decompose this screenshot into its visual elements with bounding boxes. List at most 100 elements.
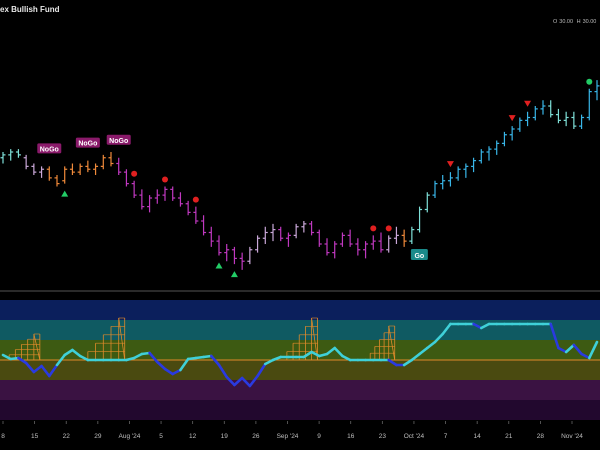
ohlc-bar: [116, 157, 122, 175]
x-tick-label: 7: [444, 433, 448, 440]
ohlc-bar: [417, 206, 423, 233]
ohlc-bar: [386, 235, 392, 253]
svg-text:NoGo: NoGo: [109, 138, 128, 145]
up-triangle-marker: [215, 262, 223, 269]
ohlc-bar: [332, 241, 338, 259]
ohlc-bar: [548, 100, 554, 118]
ohlc-bar: [285, 232, 291, 247]
oscillator-band: [0, 300, 600, 320]
ohlc-bar: [309, 221, 315, 236]
x-tick-label: Oct '24: [404, 433, 425, 440]
x-tick-label: 15: [31, 433, 39, 440]
svg-text:NoGo: NoGo: [78, 141, 97, 148]
chart-canvas: NoGo NoGo NoGo Go 8 15 22 29 Aug '24 5 12 19 26 Sep …: [0, 78, 600, 440]
ohlc-bar: [501, 131, 507, 147]
ohlc-bar: [540, 100, 546, 115]
ohlc-bar: [31, 163, 37, 175]
dot-marker: [131, 170, 138, 177]
ohlc-bar: [293, 223, 299, 239]
ohlc-bar: [231, 246, 237, 265]
ohlc-bar: [517, 117, 523, 132]
ohlc-bar: [471, 157, 477, 173]
oscillator-band: [0, 380, 600, 400]
ohlc-bar: [463, 163, 469, 178]
x-tick-label: 8: [1, 433, 5, 440]
oscillator-band: [0, 360, 600, 380]
x-tick-label: Aug '24: [119, 433, 141, 440]
up-triangle-marker: [230, 271, 238, 278]
ohlc-bar: [363, 241, 369, 259]
ohlc-bar: [255, 235, 261, 253]
ohlc-bar: [494, 140, 500, 155]
down-triangle-marker: [508, 115, 516, 122]
ohlc-bar: [509, 126, 515, 141]
nogo-label: NoGo: [75, 137, 100, 148]
ohlc-bar: [108, 152, 114, 167]
oscillator-band: [0, 400, 600, 420]
ohlc-bar: [378, 232, 384, 253]
ohlc-bar: [525, 111, 531, 127]
ohlc-bar: [455, 166, 461, 181]
x-tick-label: 9: [317, 433, 321, 440]
x-tick-label: 14: [474, 433, 482, 440]
ohlc-bar: [62, 166, 68, 184]
ohlc-bar: [193, 206, 199, 224]
ohlc-bar: [370, 235, 376, 250]
x-tick-label: 26: [252, 433, 260, 440]
ohlc-bar: [278, 226, 284, 242]
ohlc-bar: [69, 163, 75, 175]
ohlc-bar: [347, 229, 353, 247]
ohlc-bar: [123, 169, 129, 187]
ohlc-bar: [262, 226, 268, 244]
ohlc-bar: [8, 149, 14, 161]
x-tick-label: Sep '24: [277, 433, 299, 440]
ohlc-bar: [154, 189, 160, 204]
ohlc-bar: [432, 180, 438, 198]
oscillator-panel: [0, 300, 600, 420]
ohlc-bar: [162, 186, 168, 201]
dot-marker: [370, 225, 377, 232]
ohlc-bar: [401, 229, 407, 247]
ohlc-bar: [594, 80, 600, 101]
ohlc-bar: [54, 175, 60, 187]
x-tick-label: 16: [347, 433, 355, 440]
ohlc-bar: [563, 111, 569, 127]
ohlc-bar: [208, 226, 214, 247]
dot-marker: [385, 225, 392, 232]
ohlc-bar: [393, 226, 399, 244]
ohlc-bar: [0, 152, 6, 164]
go-label: Go: [410, 249, 428, 260]
ohlc-bar: [23, 154, 29, 170]
ohlc-bar: [239, 252, 245, 270]
ohlc-bar: [139, 189, 145, 210]
ohlc-bar: [177, 192, 183, 207]
ohlc-bar: [355, 238, 361, 256]
svg-text:Go: Go: [414, 253, 424, 260]
ohlc-bar: [324, 238, 330, 256]
ohlc-bar: [201, 215, 207, 236]
x-tick-label: 29: [94, 433, 102, 440]
x-axis: 8 15 22 29 Aug '24 5 12 19 26 Sep '24 9 16 23 Oct '24…: [1, 421, 583, 440]
ohlc-bar: [15, 149, 21, 158]
nogo-label: NoGo: [37, 143, 62, 154]
nogo-label: NoGo: [106, 134, 131, 145]
ohlc-bar: [579, 114, 585, 129]
dot-marker: [162, 176, 168, 183]
down-triangle-marker: [446, 161, 454, 168]
ohlc-bar: [447, 172, 453, 187]
ohlc-bar: [409, 226, 415, 244]
ohlc-bar: [316, 229, 322, 247]
ohlc-bar: [131, 180, 137, 198]
ohlc-bar: [46, 166, 52, 181]
ohlc-bar: [586, 88, 592, 121]
ohlc-bar: [532, 106, 538, 121]
ohlc-bar: [100, 154, 106, 170]
x-tick-label: 21: [505, 433, 513, 440]
ohlc-bar: [77, 163, 83, 175]
ohlc-bar: [301, 221, 307, 233]
ohlc-bar: [440, 175, 446, 190]
ohlc-bar: [93, 163, 99, 175]
x-tick-label: 22: [63, 433, 71, 440]
ohlc-bar: [147, 195, 153, 213]
dot-marker: [192, 196, 199, 203]
